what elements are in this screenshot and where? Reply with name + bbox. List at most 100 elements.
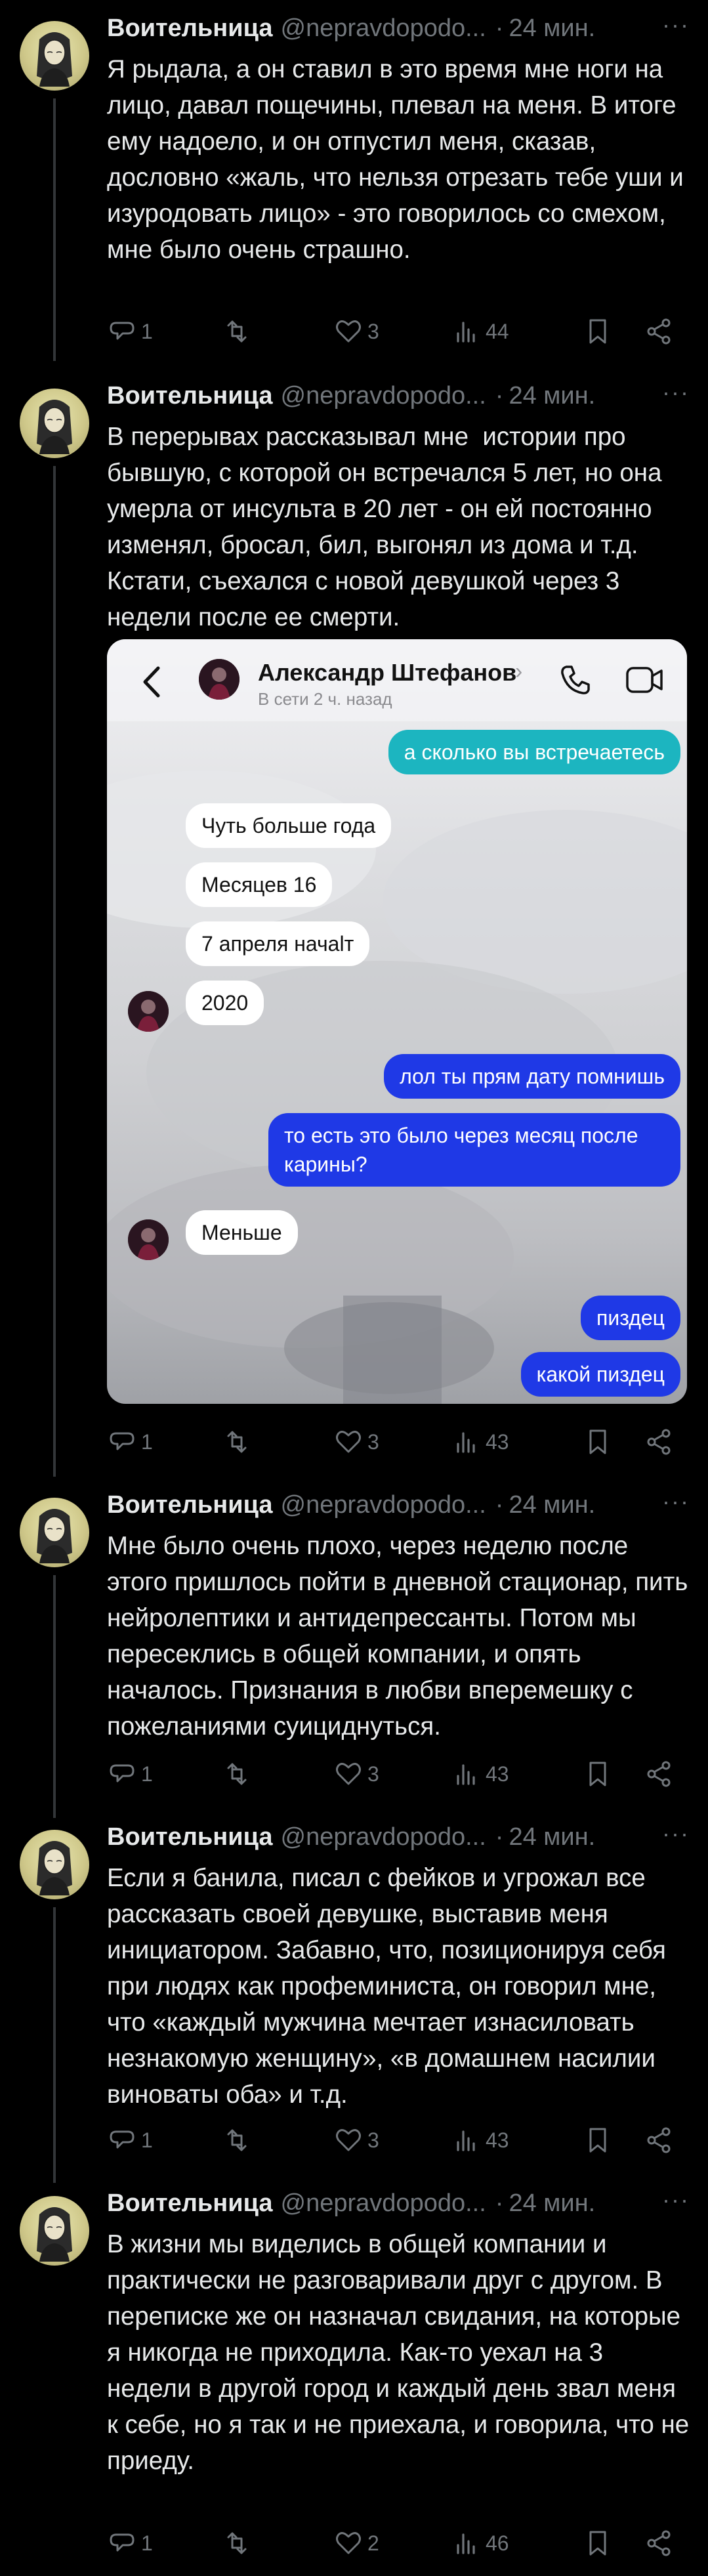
views-icon	[457, 322, 475, 343]
tweet-actions: 1 2 46	[107, 2527, 684, 2560]
back-icon[interactable]	[141, 665, 163, 698]
retweet-button[interactable]	[222, 1425, 256, 1458]
like-button[interactable]: 3	[333, 1758, 379, 1790]
reply-count: 1	[141, 319, 153, 343]
views-button[interactable]: 46	[451, 2527, 509, 2560]
bookmark-button[interactable]	[583, 1758, 613, 1790]
like-button[interactable]: 3	[333, 315, 379, 348]
retweet-button[interactable]	[222, 315, 256, 348]
views-count: 46	[486, 2531, 509, 2555]
avatar[interactable]	[20, 1498, 89, 1567]
author-name[interactable]: Воительница	[107, 14, 273, 42]
more-icon[interactable]: ···	[659, 2187, 692, 2220]
like-icon	[336, 2129, 361, 2151]
chat-header: Александр Штефанов › В сети 2 ч. назад	[107, 639, 687, 721]
message-bubble-incoming[interactable]: Чуть больше года	[186, 803, 392, 848]
message-bubble-outgoing[interactable]: а сколько вы встречаетесь	[388, 730, 680, 774]
video-icon[interactable]	[625, 664, 665, 696]
separator: ·	[495, 2189, 504, 2217]
more-icon[interactable]: ···	[659, 1489, 692, 1521]
share-icon	[647, 1429, 671, 1455]
views-button[interactable]: 43	[451, 2124, 509, 2157]
message-bubble-incoming[interactable]: 2020	[186, 981, 264, 1025]
reply-count: 1	[141, 1762, 153, 1786]
more-icon[interactable]: ···	[659, 12, 692, 45]
like-button[interactable]: 2	[333, 2527, 379, 2560]
tweet-time[interactable]: 24 мин.	[509, 382, 595, 410]
bookmark-button[interactable]	[583, 315, 613, 348]
views-button[interactable]: 43	[451, 1758, 509, 1790]
message-bubble-incoming[interactable]: 7 апреля начalт	[186, 921, 370, 966]
like-count: 3	[367, 1429, 379, 1454]
reply-button[interactable]: 1	[107, 2527, 153, 2560]
tweet-time[interactable]: 24 мин.	[509, 1823, 595, 1851]
more-icon[interactable]: ···	[659, 1821, 692, 1853]
reply-icon	[110, 2130, 135, 2149]
reply-button[interactable]: 1	[107, 1758, 153, 1790]
author-name[interactable]: Воительница	[107, 1491, 273, 1519]
tweet-header: Воительница @nepravdopodo... · 24 мин.	[107, 379, 595, 412]
retweet-button[interactable]	[222, 1758, 256, 1790]
contact-name[interactable]: Александр Штефанов	[258, 659, 516, 686]
share-button[interactable]	[644, 2527, 674, 2560]
like-button[interactable]: 3	[333, 2124, 379, 2157]
retweet-icon	[227, 2129, 247, 2151]
views-button[interactable]: 44	[451, 315, 509, 348]
views-button[interactable]: 43	[451, 1425, 509, 1458]
reply-button[interactable]: 1	[107, 315, 153, 348]
phone-icon[interactable]	[558, 663, 593, 697]
avatar-drawing	[37, 2207, 72, 2262]
reply-button[interactable]: 1	[107, 2124, 153, 2157]
bookmark-button[interactable]	[583, 2527, 613, 2560]
like-icon	[336, 320, 361, 343]
contact-avatar[interactable]	[199, 659, 239, 700]
tweet-time[interactable]: 24 мин.	[509, 1491, 595, 1519]
share-button[interactable]	[644, 2124, 674, 2157]
share-icon	[647, 318, 671, 345]
message-bubble-incoming[interactable]: Меньше	[186, 1210, 298, 1255]
author-handle[interactable]: @nepravdopodo...	[281, 2189, 486, 2217]
author-handle[interactable]: @nepravdopodo...	[281, 1823, 486, 1851]
share-button[interactable]	[644, 315, 674, 348]
avatar-drawing	[37, 1509, 72, 1563]
author-handle[interactable]: @nepravdopodo...	[281, 382, 486, 410]
tweet-image[interactable]: Александр Штефанов › В сети 2 ч. назад а…	[107, 639, 687, 1404]
retweet-button[interactable]	[222, 2124, 256, 2157]
like-icon	[336, 2532, 361, 2554]
message-bubble-outgoing[interactable]: то есть это было через месяц после карин…	[268, 1113, 680, 1187]
views-count: 44	[486, 319, 509, 343]
more-icon[interactable]: ···	[659, 379, 692, 412]
reply-button[interactable]: 1	[107, 1425, 153, 1458]
author-handle[interactable]: @nepravdopodo...	[281, 14, 486, 42]
message-bubble-outgoing[interactable]: лол ты прям дату помнишь	[384, 1054, 680, 1099]
bookmark-button[interactable]	[583, 1425, 613, 1458]
share-button[interactable]	[644, 1425, 674, 1458]
like-button[interactable]: 3	[333, 1425, 379, 1458]
bookmark-button[interactable]	[583, 2124, 613, 2157]
tweet[interactable]: Воительница @nepravdopodo... · 24 мин. ··· …	[0, 1477, 708, 1818]
avatar[interactable]	[20, 21, 89, 91]
tweet-time[interactable]: 24 мин.	[509, 14, 595, 42]
tweet[interactable]: Воительница @nepravdopodo... · 24 мин. ··· …	[0, 0, 708, 361]
avatar[interactable]	[20, 2196, 89, 2266]
tweet-time[interactable]: 24 мин.	[509, 2189, 595, 2217]
tweet[interactable]: Воительница @nepravdopodo... · 24 мин. ··· …	[0, 2175, 708, 2576]
author-name[interactable]: Воительница	[107, 382, 273, 410]
avatar[interactable]	[20, 1830, 89, 1899]
message-bubble-outgoing[interactable]: пиздец	[581, 1296, 680, 1340]
message-bubble-outgoing[interactable]: какой пиздец	[520, 1352, 680, 1397]
like-count: 3	[367, 2128, 379, 2152]
message-bubble-incoming[interactable]: Месяцев 16	[186, 862, 333, 907]
contact-status: В сети 2 ч. назад	[258, 689, 392, 709]
author-name[interactable]: Воительница	[107, 1823, 273, 1851]
retweet-button[interactable]	[222, 2527, 256, 2560]
tweet[interactable]: Воительница @nepravdopodo... · 24 мин. ··· …	[0, 368, 708, 1483]
separator: ·	[495, 382, 504, 410]
avatar[interactable]	[20, 389, 89, 458]
author-name[interactable]: Воительница	[107, 2189, 273, 2217]
share-button[interactable]	[644, 1758, 674, 1790]
views-icon	[457, 2130, 475, 2151]
tweet[interactable]: Воительница @nepravdopodo... · 24 мин. ··· …	[0, 1809, 708, 2183]
author-handle[interactable]: @nepravdopodo...	[281, 1491, 486, 1519]
contact-avatar	[128, 1219, 169, 1260]
